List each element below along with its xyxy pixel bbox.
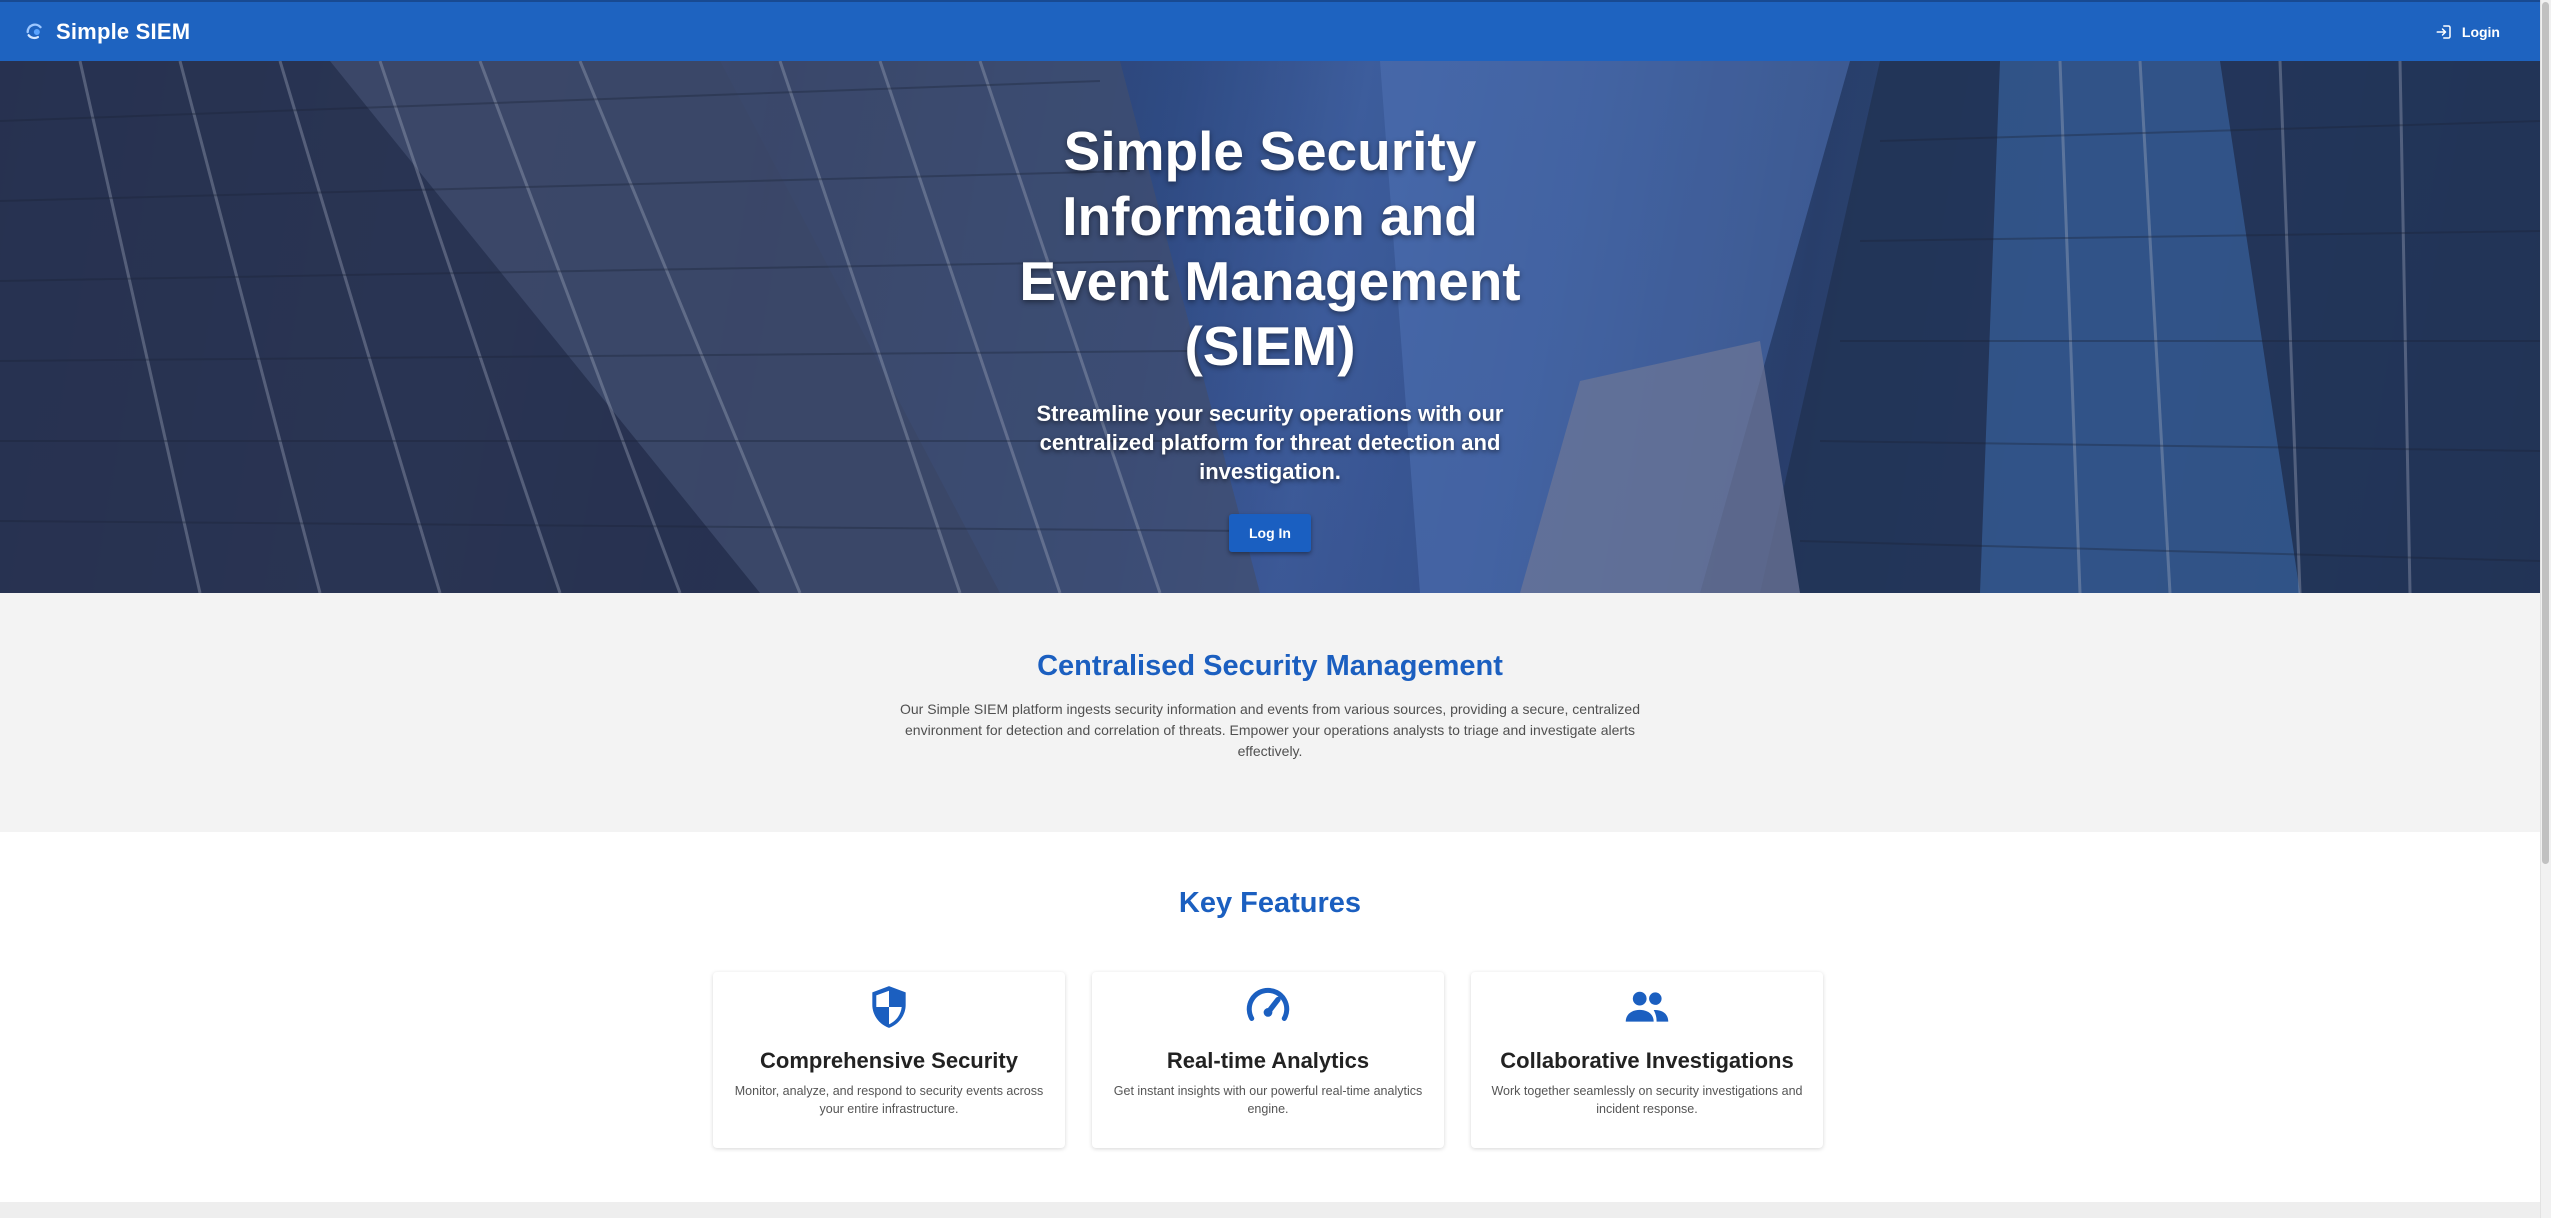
vertical-scrollbar[interactable]: [2540, 0, 2551, 1218]
footer-strip: [0, 1202, 2540, 1218]
feature-cards: Comprehensive Security Monitor, analyze,…: [713, 972, 1823, 1148]
header-login-label: Login: [2461, 23, 2500, 40]
hero-title: Simple Security Information and Event Ma…: [1019, 120, 1521, 377]
brand-name: Simple SIEM: [56, 18, 191, 44]
feature-card-title: Comprehensive Security: [760, 1048, 1018, 1073]
header-login-button[interactable]: Login: [2431, 17, 2504, 47]
features-section: Key Features Comprehensive Security Moni…: [0, 832, 2540, 1202]
scrollbar-thumb[interactable]: [2542, 2, 2549, 864]
features-title: Key Features: [1178, 887, 1362, 919]
hero-login-button[interactable]: Log In: [1229, 514, 1311, 552]
brand[interactable]: Simple SIEM: [24, 19, 190, 45]
login-icon: [2436, 24, 2451, 39]
people-icon: [1625, 991, 1669, 1022]
hero-subtitle: Streamline your security operations with…: [1036, 401, 1504, 484]
feature-card-security: Comprehensive Security Monitor, analyze,…: [713, 972, 1065, 1148]
logo-icon: [26, 22, 42, 39]
top-app-bar: Simple SIEM Login: [0, 0, 2540, 61]
shield-icon: [872, 986, 906, 1028]
feature-card-title: Collaborative Investigations: [1500, 1048, 1794, 1073]
feature-card-description: Work together seamlessly on security inv…: [1491, 1084, 1803, 1116]
feature-card-collaboration: Collaborative Investigations Work togeth…: [1471, 972, 1823, 1148]
feature-card-description: Monitor, analyze, and respond to securit…: [734, 1084, 1044, 1116]
centralised-title: Centralised Security Management: [1037, 650, 1503, 682]
centralised-description: Our Simple SIEM platform ingests securit…: [900, 701, 1640, 759]
page-content: Simple SIEM Login Simple Security Inform…: [0, 0, 2540, 1218]
feature-card-description: Get instant insights with our powerful r…: [1113, 1084, 1423, 1116]
centralised-section: Centralised Security Management Our Simp…: [0, 593, 2540, 832]
hero-section: Simple Security Information and Event Ma…: [0, 61, 2540, 593]
feature-card-title: Real-time Analytics: [1166, 1048, 1370, 1073]
feature-card-analytics: Real-time Analytics Get instant insights…: [1092, 972, 1444, 1148]
hero-content: Simple Security Information and Event Ma…: [0, 61, 2540, 593]
page: Simple SIEM Login Simple Security Inform…: [0, 0, 2551, 1218]
speedometer-icon: [1246, 987, 1290, 1021]
